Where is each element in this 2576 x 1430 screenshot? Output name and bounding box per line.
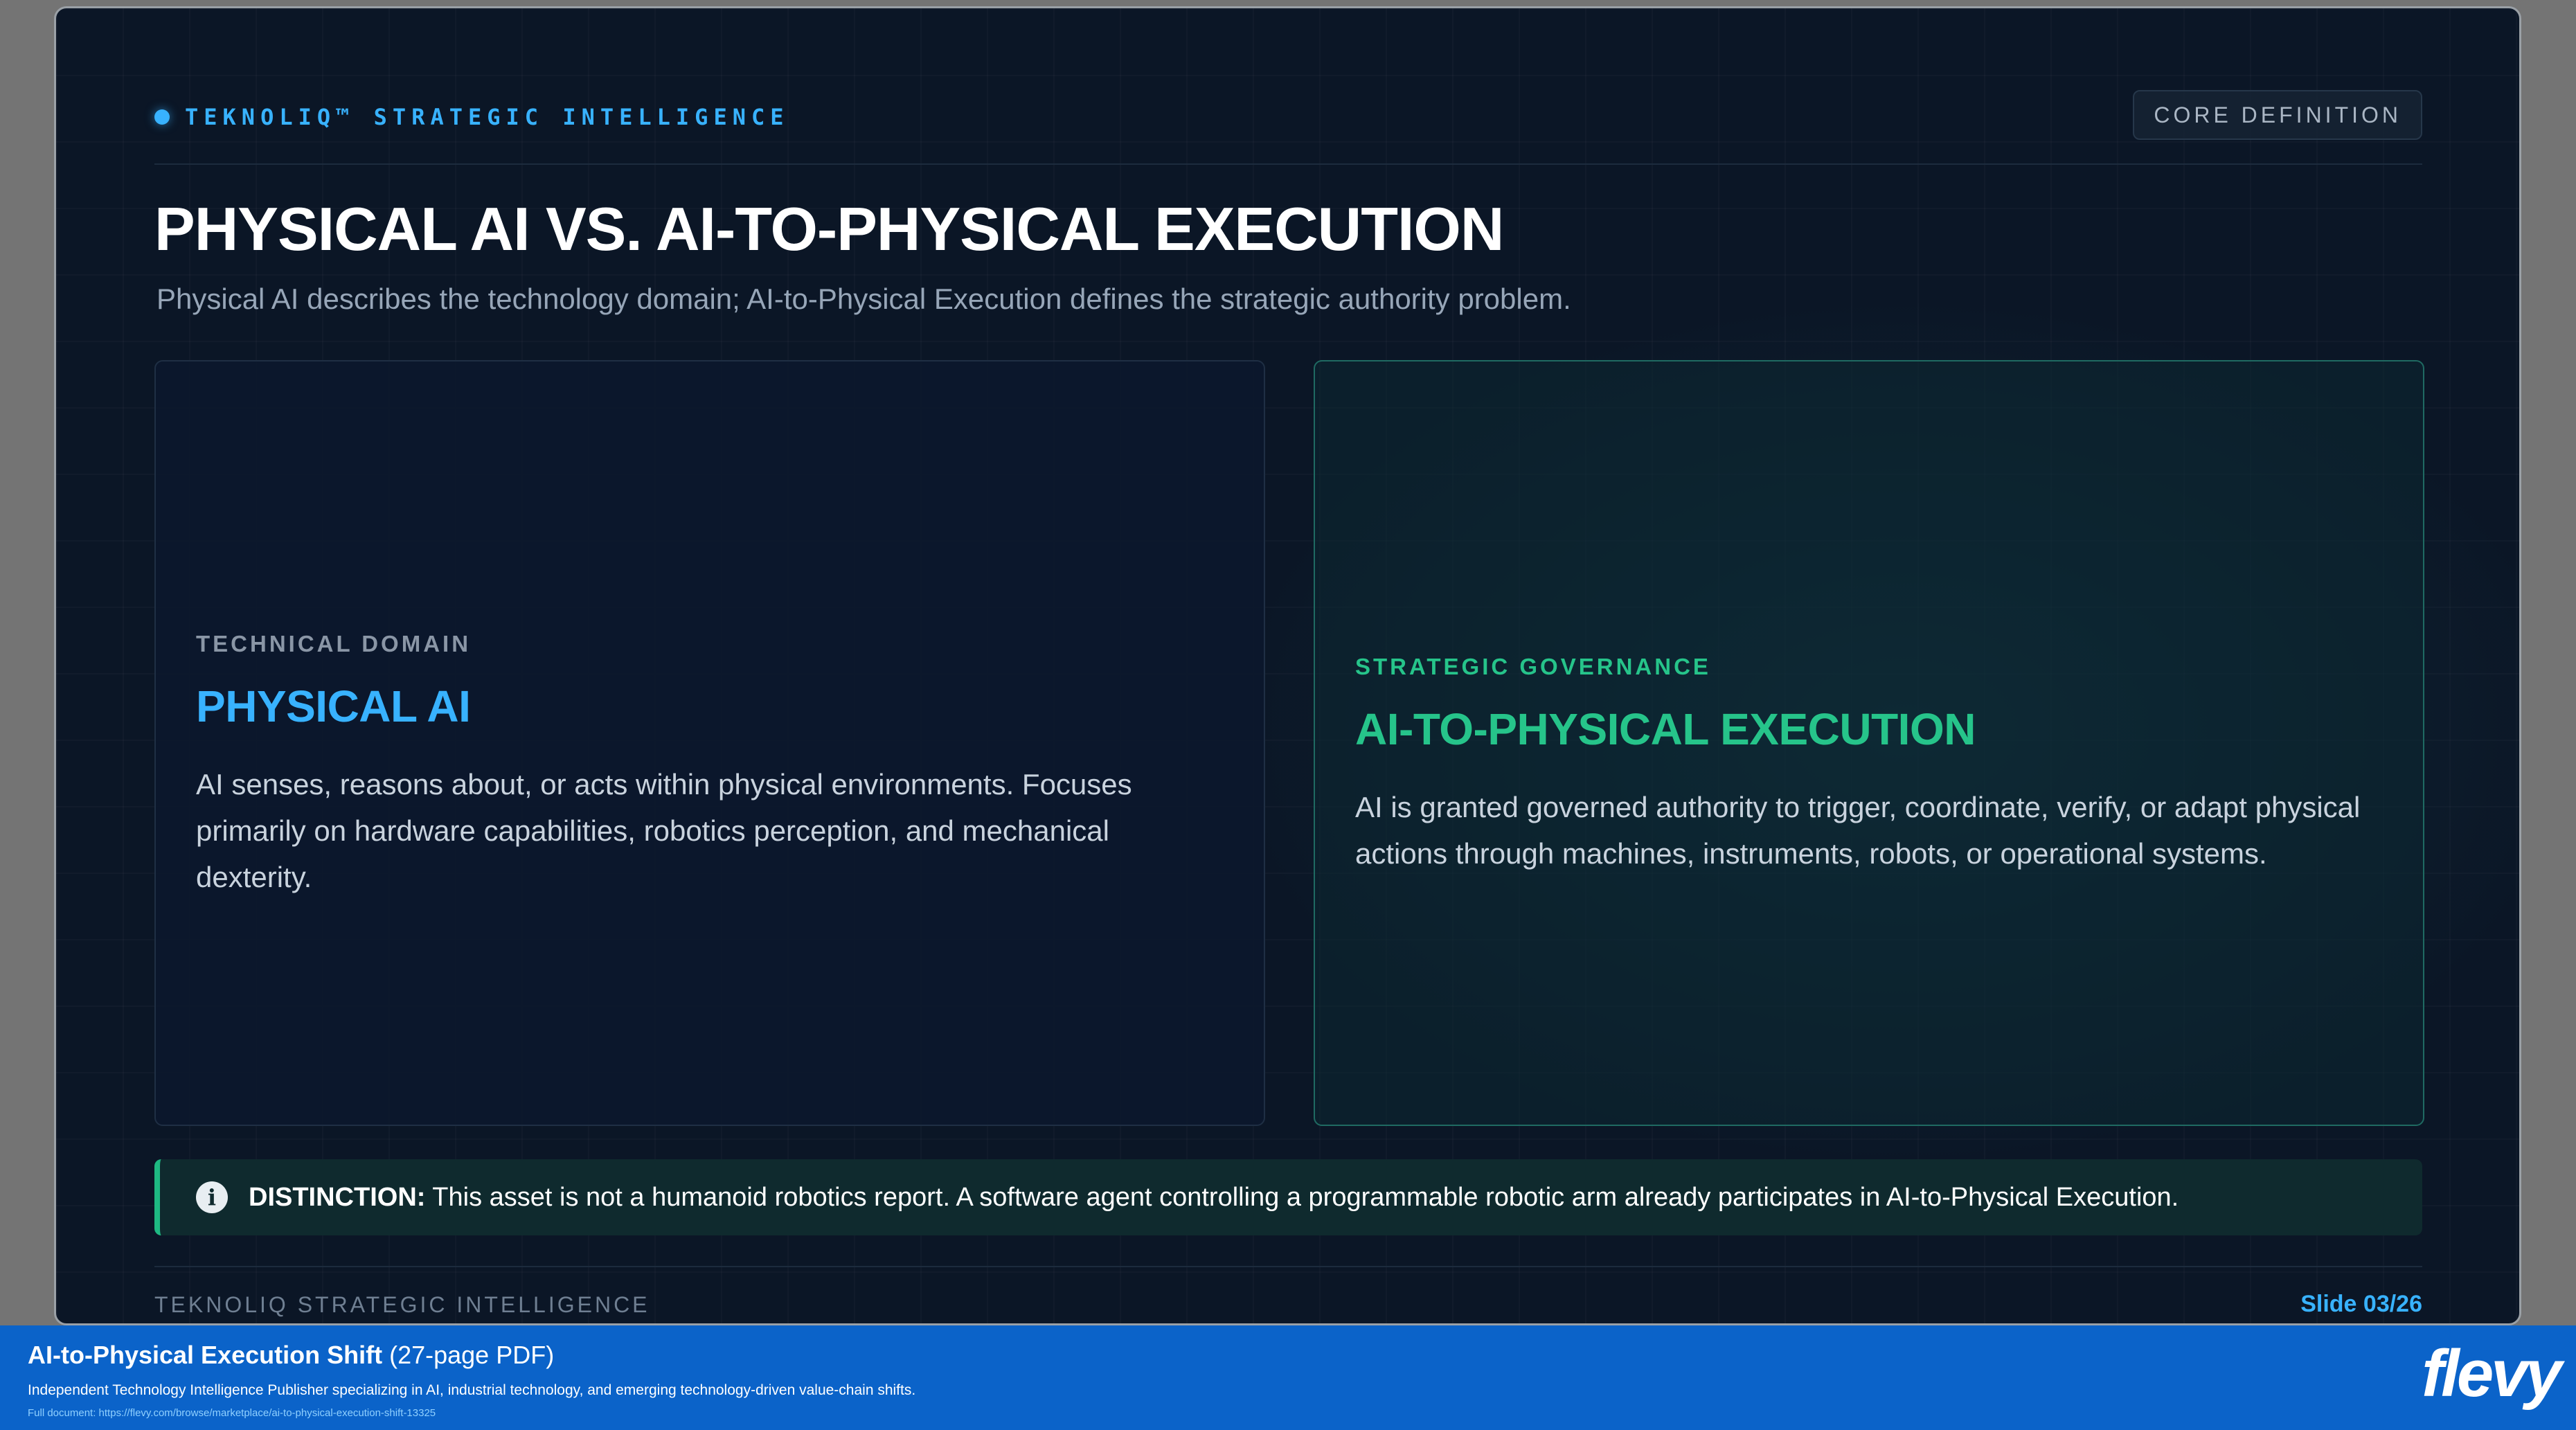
banner-title: AI-to-Physical Execution Shift (27-page … — [28, 1341, 554, 1370]
slide-title: PHYSICAL AI VS. AI-TO-PHYSICAL EXECUTION — [154, 195, 1504, 263]
card-kicker: STRATEGIC GOVERNANCE — [1355, 654, 1711, 679]
section-tag: CORE DEFINITION — [2133, 90, 2422, 140]
callout-label: DISTINCTION: — [249, 1182, 426, 1212]
brand-label: TEKNOLIQ™ STRATEGIC INTELLIGENCE — [185, 104, 789, 130]
card-body: AI is granted governed authority to trig… — [1355, 791, 2361, 870]
slide-subtitle: Physical AI describes the technology dom… — [156, 283, 1571, 315]
callout-body: This asset is not a humanoid robotics re… — [425, 1182, 2179, 1212]
banner-description: Independent Technology Intelligence Publ… — [28, 1382, 916, 1398]
document-banner: AI-to-Physical Execution Shift (27-page … — [0, 1325, 2576, 1430]
banner-page-count: (27-page PDF) — [382, 1341, 555, 1369]
card-ai-to-physical-execution: STRATEGIC GOVERNANCE AI-TO-PHYSICAL EXEC… — [1314, 360, 2424, 1126]
header-divider — [154, 163, 2422, 165]
card-physical-ai: TECHNICAL DOMAIN PHYSICAL AI AI senses, … — [154, 360, 1265, 1126]
card-title: PHYSICAL AI — [196, 681, 471, 731]
distinction-callout: i DISTINCTION: This asset is not a human… — [154, 1159, 2422, 1235]
slide: TEKNOLIQ™ STRATEGIC INTELLIGENCE CORE DE… — [54, 6, 2521, 1325]
footer-brand: TEKNOLIQ STRATEGIC INTELLIGENCE — [154, 1292, 650, 1317]
info-icon: i — [196, 1181, 228, 1213]
status-dot-icon — [154, 109, 170, 125]
banner-doc-title: AI-to-Physical Execution Shift — [28, 1341, 383, 1369]
card-kicker: TECHNICAL DOMAIN — [196, 630, 472, 656]
card-body: AI senses, reasons about, or acts within… — [196, 767, 1132, 893]
card-title: AI-TO-PHYSICAL EXECUTION — [1355, 704, 1976, 754]
flevy-logo[interactable]: flevy — [2422, 1341, 2562, 1407]
callout-text: DISTINCTION: This asset is not a humanoi… — [249, 1183, 2179, 1213]
slide-number: Slide 03/26 — [2300, 1291, 2422, 1317]
footer-divider — [154, 1266, 2422, 1267]
brand-header: TEKNOLIQ™ STRATEGIC INTELLIGENCE — [154, 104, 789, 130]
banner-link[interactable]: Full document: https://flevy.com/browse/… — [28, 1407, 436, 1419]
